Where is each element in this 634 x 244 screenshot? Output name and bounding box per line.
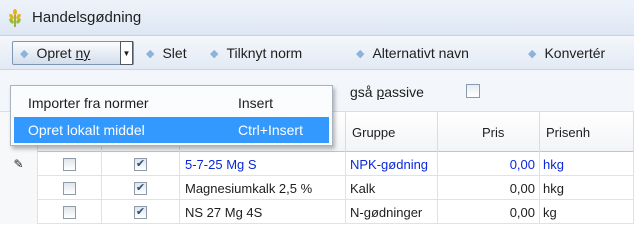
table-row[interactable]: ✎ ✔ 5-7-25 Mg S NPK-gødning 0,00 hkg [0, 152, 634, 176]
konverter-button[interactable]: ◆ Konvertér [528, 41, 605, 65]
header-gruppe[interactable]: Gruppe [346, 112, 438, 152]
name-cell[interactable]: 5-7-25 Mg S [180, 152, 346, 176]
pris-cell[interactable]: 0,00 [438, 200, 540, 224]
prisenhed-cell[interactable]: hkg [540, 152, 634, 176]
menu-item-shortcut: Ctrl+Insert [238, 122, 303, 138]
opret-dropdown-menu: Importer fra normer Insert Opret lokalt … [10, 85, 333, 146]
header-pris[interactable]: Pris [438, 112, 540, 152]
opret-label: Opret [36, 45, 72, 61]
chevron-down-icon[interactable]: ▼ [120, 41, 133, 65]
pencil-icon: ✎ [13, 157, 24, 171]
row-check2-cell: ✔ [102, 152, 180, 176]
slet-button[interactable]: ◆ Slet [146, 41, 187, 65]
row-check1-cell [38, 176, 102, 200]
menu-item-label: Opret lokalt middel [28, 122, 145, 138]
tilknyt-label: Tilknyt norm [226, 45, 303, 61]
menu-item-shortcut: Insert [238, 95, 274, 111]
bullet-icon: ◆ [20, 47, 29, 60]
show-passive-checkbox[interactable] [466, 84, 480, 98]
row-check2-cell: ✔ [102, 176, 180, 200]
gruppe-cell[interactable]: Kalk [346, 176, 438, 200]
tilknyt-norm-button[interactable]: ◆ Tilknyt norm [210, 41, 302, 65]
gruppe-cell[interactable]: N-gødninger [346, 200, 438, 224]
row-checkbox[interactable] [63, 205, 76, 219]
opret-ny-button[interactable]: ◆ Opret ny ▼ [12, 41, 134, 65]
pris-cell[interactable]: 0,00 [438, 176, 540, 200]
menu-item-label: Importer fra normer [28, 95, 149, 111]
prisenhed-cell[interactable]: kg [540, 200, 634, 224]
pris-cell[interactable]: 0,00 [438, 152, 540, 176]
row-checkbox[interactable] [63, 157, 76, 171]
slet-label: Slet [162, 45, 187, 61]
table-row[interactable]: ✔ NS 27 Mg 4S N-gødninger 0,00 kg [0, 200, 634, 224]
row-check1-cell [38, 152, 102, 176]
alternativt-navn-button[interactable]: ◆ Alternativt navn [356, 41, 469, 65]
bullet-icon: ◆ [146, 47, 155, 60]
bullet-icon: ◆ [356, 47, 365, 60]
menu-item-opret-lokalt[interactable]: Opret lokalt middel Ctrl+Insert [14, 117, 329, 143]
row-indicator [0, 200, 38, 224]
application-window: Handelsgødning ◆ Opret ny ▼ ◆ Slet ◆ Til… [0, 0, 634, 244]
row-checkbox-checked[interactable]: ✔ [134, 205, 147, 219]
table-row[interactable]: ✔ Magnesiumkalk 2,5 % Kalk 0,00 hkg [0, 176, 634, 200]
bullet-icon: ◆ [528, 47, 537, 60]
toolbar: ◆ Opret ny ▼ ◆ Slet ◆ Tilknyt norm ◆ Alt… [0, 36, 634, 70]
name-cell[interactable]: NS 27 Mg 4S [180, 200, 346, 224]
show-passive-label: gså passive [350, 84, 424, 100]
row-indicator [0, 176, 38, 200]
bullet-icon: ◆ [210, 47, 219, 60]
opret-underlined-label: ny [75, 45, 91, 61]
row-indicator: ✎ [0, 152, 38, 176]
header-prisenhed[interactable]: Prisenh [540, 112, 634, 152]
row-check1-cell [38, 200, 102, 224]
alternativt-label: Alternativt navn [372, 45, 469, 61]
row-checkbox-checked[interactable]: ✔ [134, 181, 147, 195]
gruppe-cell[interactable]: NPK-gødning [346, 152, 438, 176]
menu-item-importer[interactable]: Importer fra normer Insert [14, 90, 329, 116]
title-bar: Handelsgødning [0, 0, 634, 36]
prisenhed-cell[interactable]: hkg [540, 176, 634, 200]
konverter-label: Konvertér [544, 45, 606, 61]
row-checkbox-checked[interactable]: ✔ [134, 157, 147, 171]
window-title: Handelsgødning [32, 9, 142, 26]
row-checkbox[interactable] [63, 181, 76, 195]
wheat-icon [9, 8, 21, 27]
row-check2-cell: ✔ [102, 200, 180, 224]
name-cell[interactable]: Magnesiumkalk 2,5 % [180, 176, 346, 200]
